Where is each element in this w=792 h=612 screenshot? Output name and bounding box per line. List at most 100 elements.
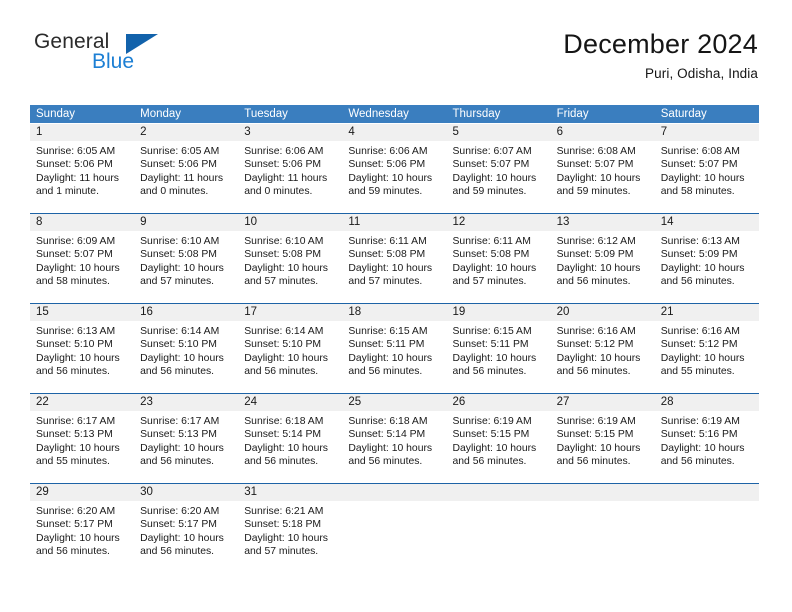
day-number[interactable]: 31 [238,484,342,501]
day-cell[interactable]: Sunrise: 6:17 AM Sunset: 5:13 PM Dayligh… [134,411,238,483]
day-cell[interactable]: Sunrise: 6:18 AM Sunset: 5:14 PM Dayligh… [238,411,342,483]
day-cell[interactable]: Sunrise: 6:09 AM Sunset: 5:07 PM Dayligh… [30,231,134,303]
day-number[interactable]: 1 [30,124,134,141]
day-cell[interactable]: Sunrise: 6:14 AM Sunset: 5:10 PM Dayligh… [238,321,342,393]
day-cell[interactable]: Sunrise: 6:17 AM Sunset: 5:13 PM Dayligh… [30,411,134,483]
day-number[interactable]: 7 [655,124,759,141]
day-cell[interactable]: Sunrise: 6:12 AM Sunset: 5:09 PM Dayligh… [551,231,655,303]
week-detail-band: Sunrise: 6:09 AM Sunset: 5:07 PM Dayligh… [30,231,759,303]
day-number[interactable]: 29 [30,484,134,501]
day-number[interactable]: 21 [655,304,759,321]
week-detail-band: Sunrise: 6:17 AM Sunset: 5:13 PM Dayligh… [30,411,759,483]
day-number[interactable]: 9 [134,214,238,231]
daylight-line2: and 56 minutes. [36,546,110,558]
day-number[interactable]: 19 [447,304,551,321]
daylight-line1: Daylight: 10 hours [244,532,328,544]
day-cell[interactable]: Sunrise: 6:06 AM Sunset: 5:06 PM Dayligh… [342,141,446,213]
day-number[interactable]: 18 [342,304,446,321]
sunrise-text: Sunrise: 6:16 AM [660,326,740,337]
sunrise-text: Sunrise: 6:06 AM [244,146,324,157]
day-cell[interactable]: Sunrise: 6:20 AM Sunset: 5:17 PM Dayligh… [134,501,238,573]
day-number[interactable]: 24 [238,394,342,411]
sunrise-text: Sunrise: 6:17 AM [36,416,116,427]
day-number[interactable]: 28 [655,394,759,411]
daylight-line2: and 59 minutes. [348,186,423,198]
day-number[interactable]: 23 [134,394,238,411]
sunset-text: Sunset: 5:13 PM [140,429,217,441]
day-number[interactable]: 16 [134,304,238,321]
daylight-line2: and 57 minutes. [244,276,319,288]
daylight-line2: and 56 minutes. [140,366,215,378]
daylight-line2: and 0 minutes. [140,186,209,198]
daylight-line1: Daylight: 10 hours [660,442,745,454]
day-number[interactable]: 12 [447,214,551,231]
day-cell[interactable]: Sunrise: 6:05 AM Sunset: 5:06 PM Dayligh… [134,141,238,213]
day-cell[interactable]: Sunrise: 6:13 AM Sunset: 5:09 PM Dayligh… [655,231,759,303]
daylight-line2: and 56 minutes. [556,276,631,288]
day-cell[interactable]: Sunrise: 6:18 AM Sunset: 5:14 PM Dayligh… [342,411,446,483]
day-cell[interactable]: Sunrise: 6:08 AM Sunset: 5:07 PM Dayligh… [655,141,759,213]
sunset-text: Sunset: 5:17 PM [36,519,113,531]
day-cell[interactable]: Sunrise: 6:15 AM Sunset: 5:11 PM Dayligh… [342,321,446,393]
day-cell[interactable]: Sunrise: 6:21 AM Sunset: 5:18 PM Dayligh… [238,501,342,573]
daylight-line1: Daylight: 10 hours [452,172,537,184]
daylight-line1: Daylight: 10 hours [36,442,120,454]
day-cell[interactable]: Sunrise: 6:19 AM Sunset: 5:15 PM Dayligh… [447,411,551,483]
sunrise-text: Sunrise: 6:14 AM [140,326,220,337]
day-number[interactable]: 4 [342,124,446,141]
daylight-line2: and 57 minutes. [452,276,527,288]
day-cell[interactable]: Sunrise: 6:11 AM Sunset: 5:08 PM Dayligh… [342,231,446,303]
day-cell[interactable]: Sunrise: 6:10 AM Sunset: 5:08 PM Dayligh… [238,231,342,303]
sunrise-text: Sunrise: 6:08 AM [556,146,636,157]
day-cell[interactable]: Sunrise: 6:20 AM Sunset: 5:17 PM Dayligh… [30,501,134,573]
day-cell[interactable]: Sunrise: 6:19 AM Sunset: 5:15 PM Dayligh… [551,411,655,483]
day-number[interactable]: 6 [551,124,655,141]
calendar-week-row: 22 23 24 25 26 27 28 Sunrise: 6:17 AM Su… [30,393,759,483]
day-number[interactable]: 2 [134,124,238,141]
day-cell[interactable]: Sunrise: 6:19 AM Sunset: 5:16 PM Dayligh… [655,411,759,483]
day-number[interactable]: 20 [551,304,655,321]
calendar-week-row: 1 2 3 4 5 6 7 Sunrise: 6:05 AM Sunset: 5… [30,123,759,213]
weekday-header-wednesday: Wednesday [348,108,409,120]
day-cell[interactable]: Sunrise: 6:06 AM Sunset: 5:06 PM Dayligh… [238,141,342,213]
daylight-line2: and 56 minutes. [140,456,215,468]
day-number[interactable]: 10 [238,214,342,231]
day-number[interactable]: 14 [655,214,759,231]
sunrise-text: Sunrise: 6:20 AM [140,506,220,517]
day-number[interactable]: 11 [342,214,446,231]
week-daynumber-band: 15 16 17 18 19 20 21 [30,303,759,321]
day-number[interactable]: 5 [447,124,551,141]
day-number[interactable]: 30 [134,484,238,501]
day-cell[interactable]: Sunrise: 6:14 AM Sunset: 5:10 PM Dayligh… [134,321,238,393]
daylight-line1: Daylight: 10 hours [36,262,120,274]
day-cell[interactable]: Sunrise: 6:07 AM Sunset: 5:07 PM Dayligh… [447,141,551,213]
day-number[interactable]: 3 [238,124,342,141]
weekday-header-row: Sunday Monday Tuesday Wednesday Thursday… [30,105,759,123]
day-number[interactable]: 15 [30,304,134,321]
day-number[interactable]: 17 [238,304,342,321]
sunset-text: Sunset: 5:14 PM [348,429,426,441]
day-cell[interactable]: Sunrise: 6:16 AM Sunset: 5:12 PM Dayligh… [655,321,759,393]
sunrise-text: Sunrise: 6:13 AM [36,326,116,337]
day-number[interactable]: 8 [30,214,134,231]
sunrise-text: Sunrise: 6:18 AM [244,416,324,427]
day-cell[interactable]: Sunrise: 6:16 AM Sunset: 5:12 PM Dayligh… [551,321,655,393]
weekday-header-thursday: Thursday [452,108,501,120]
daylight-line1: Daylight: 10 hours [140,262,224,274]
day-number[interactable]: 13 [551,214,655,231]
day-number[interactable]: 26 [447,394,551,411]
day-cell[interactable]: Sunrise: 6:08 AM Sunset: 5:07 PM Dayligh… [551,141,655,213]
day-cell[interactable]: Sunrise: 6:13 AM Sunset: 5:10 PM Dayligh… [30,321,134,393]
day-number[interactable]: 27 [551,394,655,411]
generalblue-logo[interactable]: General Blue [34,30,214,76]
daylight-line1: Daylight: 10 hours [660,352,745,364]
weekday-header-friday: Friday [556,108,589,120]
day-cell[interactable]: Sunrise: 6:05 AM Sunset: 5:06 PM Dayligh… [30,141,134,213]
day-cell[interactable]: Sunrise: 6:11 AM Sunset: 5:08 PM Dayligh… [447,231,551,303]
daylight-line2: and 56 minutes. [660,456,735,468]
sunrise-text: Sunrise: 6:08 AM [660,146,740,157]
day-cell[interactable]: Sunrise: 6:15 AM Sunset: 5:11 PM Dayligh… [447,321,551,393]
day-number[interactable]: 22 [30,394,134,411]
day-cell[interactable]: Sunrise: 6:10 AM Sunset: 5:08 PM Dayligh… [134,231,238,303]
day-number[interactable]: 25 [342,394,446,411]
